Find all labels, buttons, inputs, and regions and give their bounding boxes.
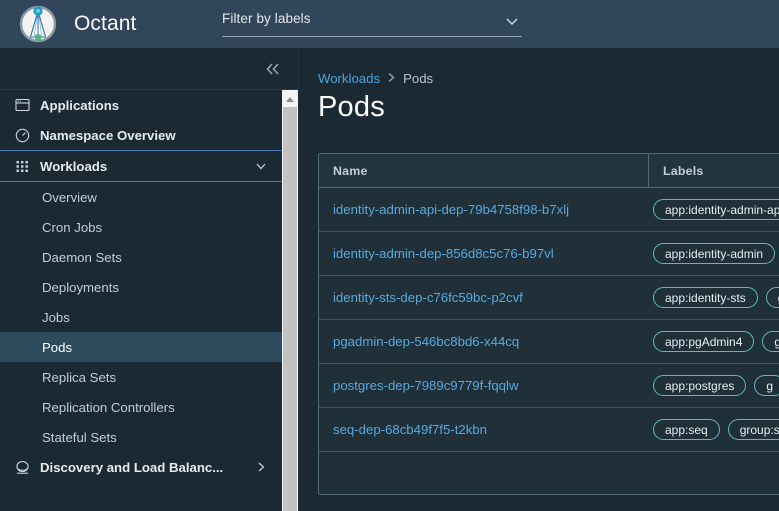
sidebar-subitem-label: Overview [42, 189, 97, 205]
pod-name-link[interactable]: identity-sts-dep-c76fc59bc-p2cvf [319, 290, 649, 305]
breadcrumb-separator-icon [387, 72, 396, 86]
pod-labels-cell: app:seq group:s [649, 419, 779, 440]
sidebar-item-namespace-overview[interactable]: Namespace Overview [0, 120, 298, 150]
sidebar-nav-list: Applications Namespace Overview Workload… [0, 90, 298, 482]
sidebar-subitem-label: Replication Controllers [42, 399, 175, 415]
sidebar-item-replica-sets[interactable]: Replica Sets [0, 362, 298, 392]
sidebar-item-daemon-sets[interactable]: Daemon Sets [0, 242, 298, 272]
pod-labels-cell: app:postgres g [649, 375, 779, 396]
app-title: Octant [74, 12, 137, 35]
application-window-icon [13, 96, 31, 114]
octant-logo-icon [16, 2, 60, 46]
sidebar-item-cron-jobs[interactable]: Cron Jobs [0, 212, 298, 242]
sidebar-subitem-label: Cron Jobs [42, 219, 103, 235]
pod-name-link[interactable]: identity-admin-dep-856d8c5c76-b97vl [319, 246, 649, 261]
brand[interactable]: Octant [0, 0, 136, 48]
chevron-down-icon[interactable] [254, 159, 268, 173]
sidebar-item-label: Namespace Overview [40, 127, 176, 143]
label-chip[interactable]: g [765, 287, 779, 308]
sidebar-scrollbar-track[interactable] [282, 90, 298, 511]
grid-dots-icon [13, 157, 31, 175]
sidebar-item-discovery-and-load-balancing[interactable]: Discovery and Load Balanc... [0, 452, 298, 482]
pod-labels-cell: app:identity-sts g [649, 287, 779, 308]
chevron-down-icon[interactable] [504, 13, 520, 29]
table-header-row: Name Labels [319, 154, 779, 188]
pod-name-link[interactable]: identity-admin-api-dep-79b4758f98-b7xlj [319, 202, 649, 217]
label-chip[interactable]: g [762, 331, 779, 352]
sidebar-subitem-label: Daemon Sets [42, 249, 122, 265]
gauge-icon [13, 126, 31, 144]
pods-table: Name Labels identity-admin-api-dep-79b47… [318, 153, 779, 495]
label-chip[interactable]: app:identity-admin [653, 243, 776, 264]
label-chip[interactable]: app:pgAdmin4 [653, 331, 755, 352]
pod-labels-cell: app:identity-admin-api [649, 199, 779, 220]
sidebar-item-workloads[interactable]: Workloads [0, 150, 298, 182]
app-header: Octant Filter by labels [0, 0, 779, 48]
double-chevron-left-icon[interactable] [262, 58, 284, 80]
sidebar-scrollbar-thumb[interactable] [283, 107, 297, 511]
label-chip[interactable]: app:identity-sts [653, 287, 758, 308]
chevron-right-icon[interactable] [254, 460, 268, 474]
table-row[interactable]: identity-admin-api-dep-79b4758f98-b7xlj … [319, 188, 779, 232]
breadcrumb: Workloads Pods [300, 48, 779, 86]
pod-name-link[interactable]: postgres-dep-7989c9779f-fqqlw [319, 378, 649, 393]
sidebar-collapse-row [0, 48, 298, 89]
table-row[interactable]: pgadmin-dep-546bc8bd6-x44cq app:pgAdmin4… [319, 320, 779, 364]
table-row[interactable]: seq-dep-68cb49f7f5-t2kbn app:seq group:s [319, 408, 779, 452]
sidebar-item-overview[interactable]: Overview [0, 182, 298, 212]
pod-labels-cell: app:pgAdmin4 g [649, 331, 779, 352]
discovery-icon [13, 458, 31, 476]
sidebar-item-deployments[interactable]: Deployments [0, 272, 298, 302]
octant-app-window: Octant Filter by labels Applications Nam… [0, 0, 779, 511]
label-chip[interactable]: app:identity-admin-api [653, 199, 779, 220]
label-filter-text: Filter by labels [222, 11, 311, 26]
label-chip[interactable]: group:s [727, 419, 779, 440]
sidebar-item-label: Workloads [40, 158, 108, 174]
page-title: Pods [318, 91, 385, 123]
pod-name-link[interactable]: seq-dep-68cb49f7f5-t2kbn [319, 422, 649, 437]
pod-labels-cell: app:identity-admin [649, 243, 779, 264]
main-content: Workloads Pods Pods Name Labels identity… [300, 48, 779, 511]
breadcrumb-link-workloads[interactable]: Workloads [318, 71, 380, 86]
sidebar-item-jobs[interactable]: Jobs [0, 302, 298, 332]
table-footer [319, 452, 779, 494]
column-header-name[interactable]: Name [319, 154, 649, 187]
sidebar-item-stateful-sets[interactable]: Stateful Sets [0, 422, 298, 452]
table-row[interactable]: identity-admin-dep-856d8c5c76-b97vl app:… [319, 232, 779, 276]
breadcrumb-current-pods: Pods [403, 71, 434, 86]
sidebar-item-label: Discovery and Load Balanc... [40, 459, 224, 475]
sidebar-item-replication-controllers[interactable]: Replication Controllers [0, 392, 298, 422]
sidebar-item-pods[interactable]: Pods [0, 332, 298, 362]
sidebar-subitem-label: Pods [42, 339, 73, 355]
table-row[interactable]: identity-sts-dep-c76fc59bc-p2cvf app:ide… [319, 276, 779, 320]
pod-name-link[interactable]: pgadmin-dep-546bc8bd6-x44cq [319, 334, 649, 349]
sidebar-subitem-label: Deployments [42, 279, 119, 295]
scroll-up-arrow-icon[interactable] [282, 90, 298, 107]
sidebar-item-label: Applications [40, 97, 120, 113]
sidebar-subitem-label: Replica Sets [42, 369, 117, 385]
label-filter-input[interactable]: Filter by labels [222, 7, 522, 37]
label-chip[interactable]: app:seq [653, 419, 720, 440]
sidebar-subitem-label: Stateful Sets [42, 429, 117, 445]
column-header-labels[interactable]: Labels [649, 154, 779, 187]
sidebar-subitem-label: Jobs [42, 309, 70, 325]
label-chip[interactable]: app:postgres [653, 375, 747, 396]
table-row[interactable]: postgres-dep-7989c9779f-fqqlw app:postgr… [319, 364, 779, 408]
sidebar: Applications Namespace Overview Workload… [0, 48, 299, 511]
sidebar-item-applications[interactable]: Applications [0, 90, 298, 120]
label-chip[interactable]: g [754, 375, 779, 396]
